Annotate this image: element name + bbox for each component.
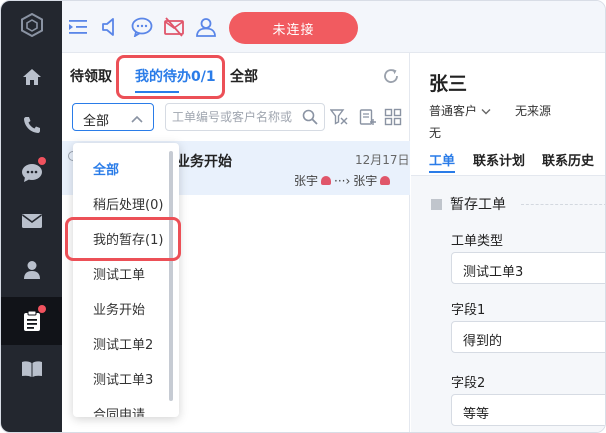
section-divider xyxy=(521,204,605,205)
dropdown-option-later[interactable]: 稍后处理(0) xyxy=(73,186,179,218)
logo-icon xyxy=(1,1,62,49)
ticket-row-from: 张宇 xyxy=(294,174,319,188)
chat-icon[interactable] xyxy=(1,149,62,197)
grid-view-icon[interactable] xyxy=(384,108,402,126)
dropdown-option-contract[interactable]: 合同申请 xyxy=(73,396,179,417)
left-nav xyxy=(1,1,62,432)
draft-form: 暂存工单 工单类型 测试工单3 字段1 得到的 字段2 等等 xyxy=(411,176,605,432)
dropdown-option-business-start[interactable]: 业务开始 xyxy=(73,291,179,323)
book-icon[interactable] xyxy=(1,345,62,393)
field-label-ticket-type: 工单类型 xyxy=(451,234,504,249)
dropdown-option-all[interactable]: 全部 xyxy=(73,151,179,183)
phone-icon[interactable] xyxy=(1,101,62,149)
agent-avatar-icon xyxy=(321,176,332,185)
mail-off-icon[interactable] xyxy=(162,15,186,39)
ticket-row-arrow: ···› xyxy=(334,173,351,188)
right-tab-underline xyxy=(429,171,455,173)
dropdown-option-test2[interactable]: 测试工单2 xyxy=(73,326,179,358)
search-box xyxy=(165,103,325,131)
mail-icon[interactable] xyxy=(1,197,62,245)
ticket-row-date: 12月17日 xyxy=(355,153,410,167)
tab-ticket[interactable]: 工单 xyxy=(429,150,455,169)
app-window: 未连接 待领取 我的待办0/1 全部 全部 工单编号或客户名称或 业务开始 12… xyxy=(0,0,606,433)
refresh-icon[interactable] xyxy=(382,67,400,85)
category-dropdown: 全部 稍后处理(0) 我的暂存(1) 测试工单 业务开始 测试工单2 测试工单3… xyxy=(73,143,179,417)
customer-source: 无来源 xyxy=(515,104,552,118)
ticket-type-field[interactable]: 测试工单3 xyxy=(451,252,605,284)
customer-note: 无 xyxy=(429,126,442,140)
speaker-icon[interactable] xyxy=(98,15,122,39)
field-2-input[interactable]: 等等 xyxy=(451,394,605,426)
dropdown-option-test3[interactable]: 测试工单3 xyxy=(73,361,179,393)
message-icon[interactable] xyxy=(130,15,154,39)
customer-type-select[interactable]: 普通客户 xyxy=(429,102,491,119)
section-square-icon xyxy=(431,198,442,210)
add-ticket-icon[interactable] xyxy=(359,108,377,126)
dropdown-scrollbar[interactable] xyxy=(169,151,173,401)
collapse-icon[interactable] xyxy=(66,15,90,39)
ticket-row-flow: 张宇 ···› 张宇 xyxy=(294,172,391,189)
ticket-row-title: 业务开始 xyxy=(176,154,232,170)
customer-name: 张三 xyxy=(429,73,468,95)
chevron-down-icon xyxy=(481,109,491,115)
highlight-box-draft xyxy=(65,217,181,261)
chat-badge xyxy=(38,157,46,165)
tab-contact-history[interactable]: 联系历史 xyxy=(542,150,594,169)
user-icon[interactable] xyxy=(1,246,62,294)
top-bar: 未连接 xyxy=(62,1,605,53)
section-title: 暂存工单 xyxy=(431,194,506,214)
clipboard-badge xyxy=(38,305,46,313)
connect-status-button[interactable]: 未连接 xyxy=(229,12,358,44)
field-1-input[interactable]: 得到的 xyxy=(451,321,605,353)
highlight-box-tab xyxy=(116,55,225,99)
category-select-value: 全部 xyxy=(83,114,110,129)
tab-unclaimed[interactable]: 待领取 xyxy=(70,66,112,86)
field-label-2: 字段2 xyxy=(451,376,486,391)
home-icon[interactable] xyxy=(1,53,62,101)
agent-avatar-icon xyxy=(380,176,391,185)
clipboard-icon[interactable] xyxy=(1,297,62,345)
customer-panel: 张三 普通客户 无来源 无 工单 联系计划 联系历史 暂存工单 工单类型 测试工… xyxy=(411,53,605,432)
ticket-tabs: 待领取 我的待办0/1 全部 xyxy=(62,53,410,99)
chevron-up-icon xyxy=(131,112,143,127)
field-label-1: 字段1 xyxy=(451,303,486,318)
filter-clear-icon[interactable] xyxy=(329,108,348,126)
tab-contact-plan[interactable]: 联系计划 xyxy=(473,150,525,169)
category-select[interactable]: 全部 xyxy=(72,103,154,131)
contacts-icon[interactable] xyxy=(194,15,218,39)
search-icon[interactable] xyxy=(302,109,318,129)
tab-all[interactable]: 全部 xyxy=(230,66,258,86)
filter-row: 全部 xyxy=(62,101,410,135)
search-input[interactable] xyxy=(172,108,296,126)
ticket-row-to: 张宇 xyxy=(353,174,378,188)
